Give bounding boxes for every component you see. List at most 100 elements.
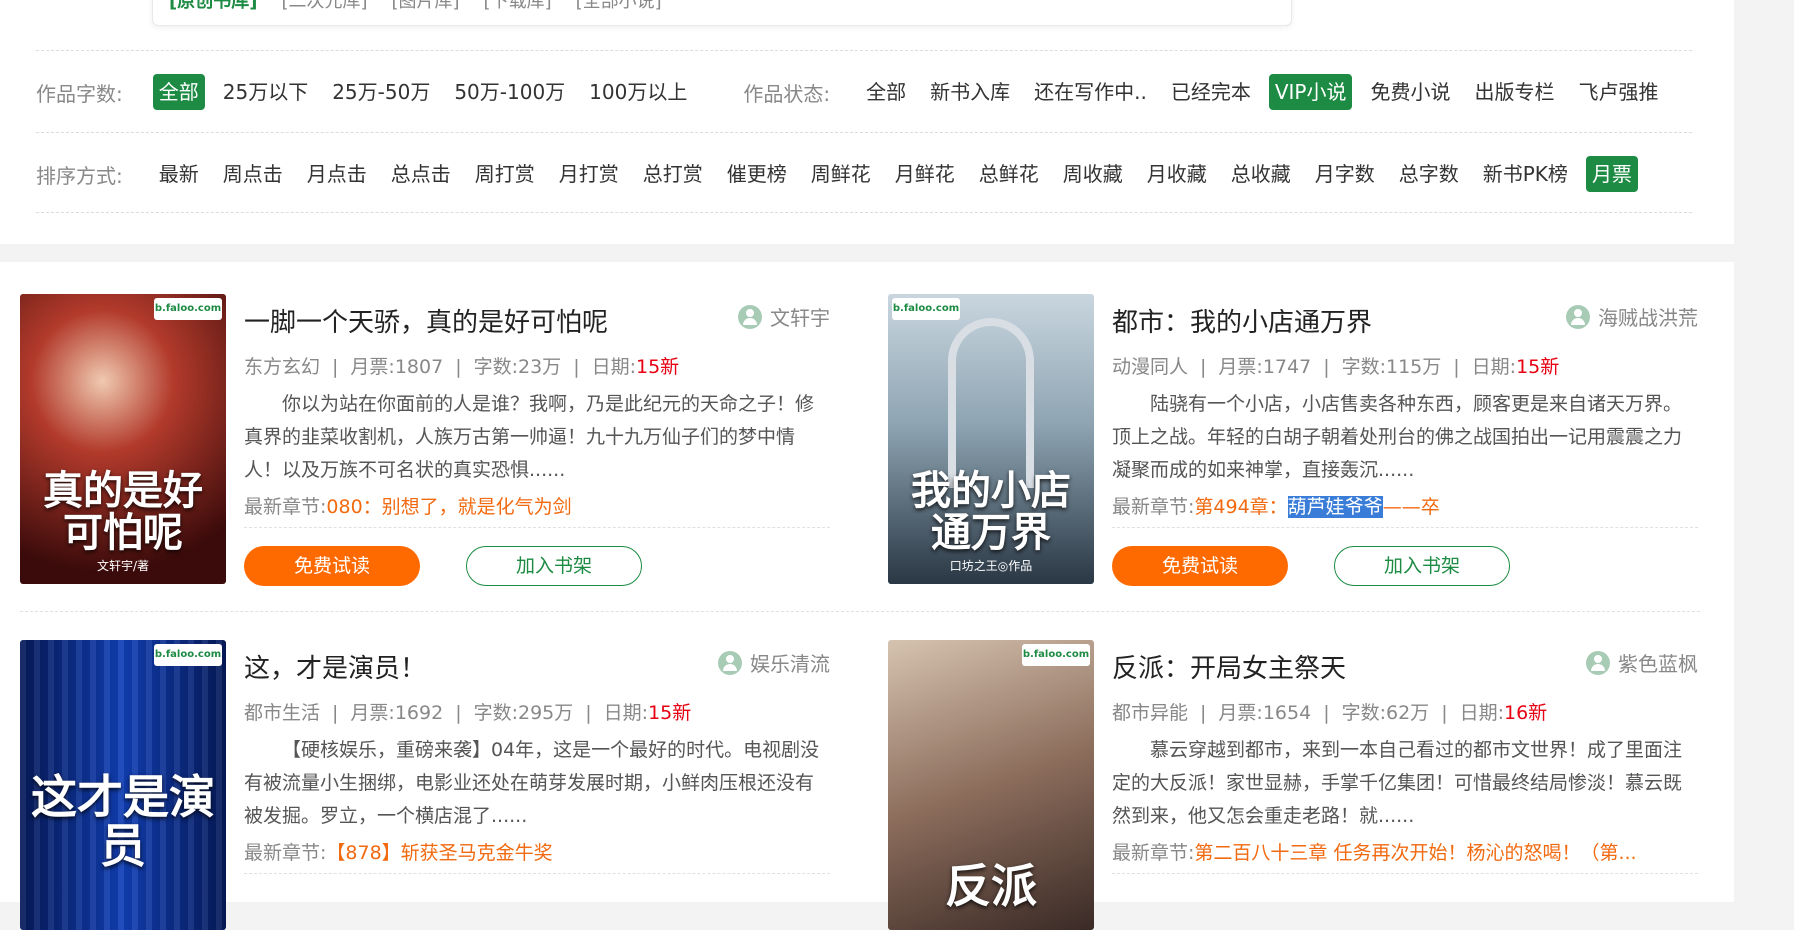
book-category[interactable]: 动漫同人 (1112, 356, 1188, 378)
book-description: 慕云穿越到都市，来到一本自己看过的都市文世界！成了里面注定的大反派！家世显赫，手… (1112, 739, 1683, 827)
author-name[interactable]: 文轩宇 (770, 302, 830, 331)
update-date: 15新 (648, 702, 692, 724)
sort-week-rewards[interactable]: 周打赏 (469, 156, 541, 192)
site-logo-icon: b.faloo.com (1022, 644, 1090, 666)
library-tabs: [原创书库] [二次元库] [图片库] [下载库] [全部小说] (152, 0, 1292, 26)
sort-month-flowers[interactable]: 月鲜花 (889, 156, 961, 192)
book-title[interactable]: 一脚一个天骄，真的是好可怕呢 (244, 302, 608, 339)
sort-total-flowers[interactable]: 总鲜花 (973, 156, 1045, 192)
book-cover[interactable]: b.faloo.com 反派 (888, 640, 1094, 930)
filter-row-words-status: 作品字数: 全部 25万以下 25万-50万 50万-100万 100万以上 作… (36, 72, 1676, 112)
sort-label: 排序方式: (36, 163, 123, 188)
latest-chapter-link[interactable]: 【878】斩获圣马克金牛奖 (326, 842, 552, 864)
sort-week-clicks[interactable]: 周点击 (217, 156, 289, 192)
status-recommended[interactable]: 飞卢强推 (1572, 74, 1664, 110)
latest-chapter-link[interactable]: 第二百八十三章 任务再次开始！杨沁的怒喝！（第... (1194, 842, 1636, 864)
sort-monthly-votes[interactable]: 月票 (1585, 156, 1638, 192)
divider (36, 132, 1692, 133)
book-title[interactable]: 都市：我的小店通万界 (1112, 302, 1372, 339)
sort-urge-updates[interactable]: 催更榜 (721, 156, 793, 192)
free-read-button[interactable]: 免费试读 (244, 546, 420, 586)
sort-month-clicks[interactable]: 月点击 (301, 156, 373, 192)
latest-chapter: 最新章节:第494章：葫芦娃爷爷——卒 (1112, 492, 1698, 528)
word-count: 23万 (518, 356, 562, 378)
book-title[interactable]: 这，才是演员！ (244, 648, 426, 685)
word-count-50w-100w[interactable]: 50万-100万 (448, 74, 571, 110)
word-count-under-25w[interactable]: 25万以下 (217, 74, 314, 110)
status-ongoing[interactable]: 还在写作中.. (1028, 74, 1153, 110)
book-author[interactable]: 娱乐清流 (718, 648, 830, 677)
cover-author: 口坊之王◎作品 (949, 559, 1033, 573)
latest-chapter: 最新章节:080：别想了，就是化气为剑 (244, 492, 830, 528)
tab-download-library[interactable]: [下载库] (484, 0, 552, 13)
sort-total-words[interactable]: 总字数 (1393, 156, 1465, 192)
sort-total-rewards[interactable]: 总打赏 (637, 156, 709, 192)
book-meta: 东方玄幻 | 月票:1807 | 字数:23万 | 日期:15新 (244, 356, 680, 378)
status-completed[interactable]: 已经完本 (1165, 74, 1257, 110)
divider (36, 50, 1692, 51)
user-avatar-icon (1566, 304, 1590, 329)
cover-art (948, 318, 1034, 488)
book-category[interactable]: 都市异能 (1112, 702, 1188, 724)
status-new[interactable]: 新书入库 (924, 74, 1016, 110)
latest-chapter: 最新章节:【878】斩获圣马克金牛奖 (244, 838, 830, 874)
free-read-button[interactable]: 免费试读 (1112, 546, 1288, 586)
sort-new-book-pk[interactable]: 新书PK榜 (1477, 156, 1574, 192)
tab-image-library[interactable]: [图片库] (392, 0, 460, 13)
book-cover[interactable]: b.faloo.com 真的是好可怕呢 文轩宇/著 (20, 294, 226, 584)
book-author[interactable]: 海贼战洪荒 (1566, 302, 1698, 331)
book-title[interactable]: 反派：开局女主祭天 (1112, 648, 1346, 685)
status-free[interactable]: 免费小说 (1364, 74, 1456, 110)
word-count-over-100w[interactable]: 100万以上 (583, 74, 693, 110)
update-date: 16新 (1504, 702, 1548, 724)
author-name[interactable]: 紫色蓝枫 (1618, 648, 1698, 677)
book-meta: 都市生活 | 月票:1692 | 字数:295万 | 日期:15新 (244, 702, 692, 724)
book-category[interactable]: 东方玄幻 (244, 356, 320, 378)
word-count-all[interactable]: 全部 (152, 74, 205, 110)
monthly-votes: 1692 (394, 702, 444, 724)
sort-month-favorites[interactable]: 月收藏 (1141, 156, 1213, 192)
filter-panel: [原创书库] [二次元库] [图片库] [下载库] [全部小说] 作品字数: 全… (0, 0, 1734, 244)
latest-chapter-link[interactable]: 第494章：葫芦娃爷爷——卒 (1194, 496, 1440, 518)
book-description: 【硬核娱乐，重磅来袭】04年，这是一个最好的时代。电视剧没有被流量小生捆绑，电影… (244, 739, 820, 827)
update-date: 15新 (636, 356, 680, 378)
author-name[interactable]: 娱乐清流 (750, 648, 830, 677)
book-card: b.faloo.com 我的小店通万界 口坊之王◎作品 都市：我的小店通万界 海… (888, 294, 1698, 586)
add-to-shelf-button[interactable]: 加入书架 (466, 546, 642, 586)
tab-acg-library[interactable]: [二次元库] (281, 0, 367, 13)
book-category[interactable]: 都市生活 (244, 702, 320, 724)
user-avatar-icon (718, 650, 742, 675)
monthly-votes: 1654 (1262, 702, 1312, 724)
book-cover[interactable]: b.faloo.com 我的小店通万界 口坊之王◎作品 (888, 294, 1094, 584)
book-card: b.faloo.com 真的是好可怕呢 文轩宇/著 一脚一个天骄，真的是好可怕呢… (20, 294, 830, 586)
divider (36, 212, 1692, 213)
sort-latest[interactable]: 最新 (153, 156, 205, 192)
tab-original-library[interactable]: [原创书库] (169, 0, 257, 13)
sort-total-favorites[interactable]: 总收藏 (1225, 156, 1297, 192)
author-name[interactable]: 海贼战洪荒 (1598, 302, 1698, 331)
sort-week-favorites[interactable]: 周收藏 (1057, 156, 1129, 192)
user-avatar-icon (1586, 650, 1610, 675)
cover-title: 这才是演员 (31, 770, 215, 873)
status-all[interactable]: 全部 (860, 74, 912, 110)
status-vip[interactable]: VIP小说 (1268, 74, 1353, 110)
word-count-25w-50w[interactable]: 25万-50万 (326, 74, 436, 110)
sort-week-flowers[interactable]: 周鲜花 (805, 156, 877, 192)
latest-chapter-link[interactable]: 080：别想了，就是化气为剑 (326, 496, 571, 518)
status-published[interactable]: 出版专栏 (1468, 74, 1560, 110)
book-card: b.faloo.com 反派 反派：开局女主祭天 紫色蓝枫 都市异能 | 月票:16… (888, 640, 1698, 930)
monthly-votes: 1807 (394, 356, 444, 378)
sort-month-words[interactable]: 月字数 (1309, 156, 1381, 192)
site-logo-icon: b.faloo.com (892, 298, 960, 320)
sort-total-clicks[interactable]: 总点击 (385, 156, 457, 192)
add-to-shelf-button[interactable]: 加入书架 (1334, 546, 1510, 586)
book-cover[interactable]: b.faloo.com 这才是演员 (20, 640, 226, 930)
tab-all-novels[interactable]: [全部小说] (576, 0, 662, 13)
sort-month-rewards[interactable]: 月打赏 (553, 156, 625, 192)
book-meta: 动漫同人 | 月票:1747 | 字数:115万 | 日期:15新 (1112, 356, 1560, 378)
cover-title: 我的小店通万界 (911, 467, 1071, 556)
book-list: b.faloo.com 真的是好可怕呢 文轩宇/著 一脚一个天骄，真的是好可怕呢… (0, 262, 1734, 930)
book-author[interactable]: 紫色蓝枫 (1586, 648, 1698, 677)
book-author[interactable]: 文轩宇 (738, 302, 830, 331)
divider (20, 611, 1700, 612)
